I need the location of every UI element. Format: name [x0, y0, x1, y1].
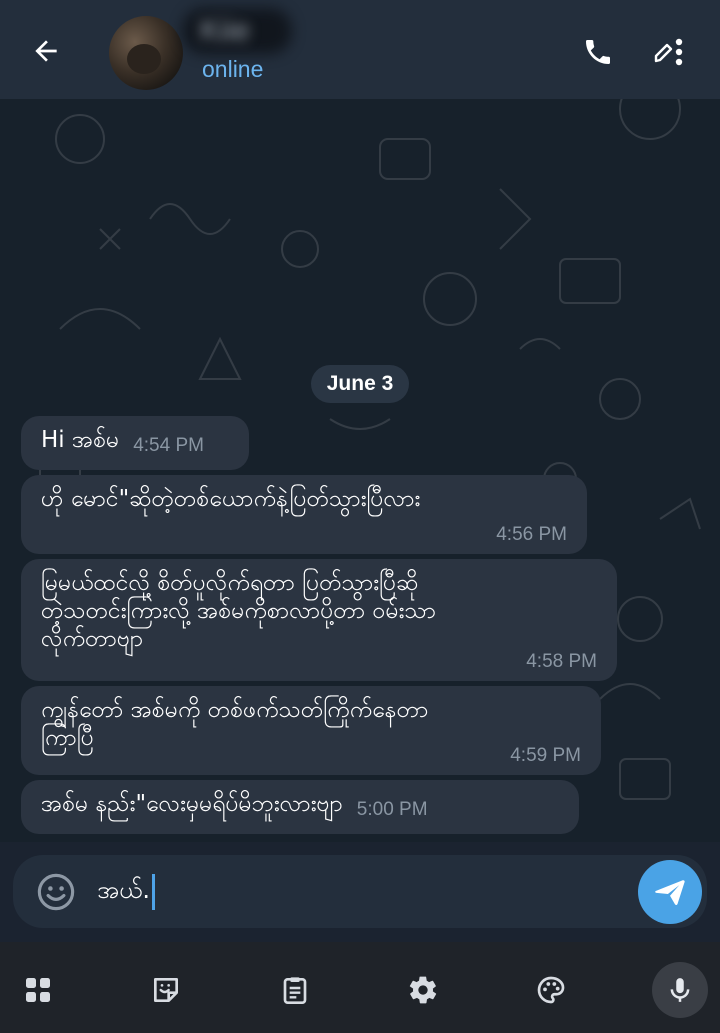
message-text: ကျွန်တော် အစ်မကို တစ်ဖက်သတ်ကြိုက်နေတာ ကြ… — [41, 697, 429, 751]
message-input-value: အယ်. — [97, 876, 150, 904]
message-bubble[interactable]: မြမယ်ထင်လို့ စိတ်ပူလိုက်ရတာ ပြတ်သွားပြီဆ… — [21, 559, 617, 681]
back-button[interactable] — [22, 29, 70, 73]
keyboard-toolbar — [0, 942, 720, 1033]
theme-button[interactable] — [523, 962, 579, 1018]
sticker-icon — [154, 978, 178, 1002]
avatar[interactable] — [109, 16, 183, 90]
message-time: 4:59 PM — [510, 745, 581, 766]
clipboard-button[interactable] — [267, 962, 323, 1018]
arrow-left-icon — [35, 40, 57, 62]
message-text: အစ်မ နည်း"လေးမှမရိပ်မိဘူးလားဗျာ — [41, 791, 343, 817]
sticker-button[interactable] — [138, 962, 194, 1018]
more-menu-button[interactable] — [644, 30, 692, 74]
kebab-menu-icon — [675, 38, 683, 66]
call-button[interactable] — [576, 30, 620, 74]
text-caret — [151, 874, 155, 910]
microphone-icon — [670, 978, 690, 1002]
message-composer: အယ်. — [13, 855, 707, 928]
settings-icon — [409, 976, 437, 1004]
send-button[interactable] — [638, 860, 702, 924]
pencil-icon — [654, 43, 673, 63]
clipboard-icon — [283, 977, 307, 1004]
apps-button[interactable] — [10, 962, 66, 1018]
message-time: 4:54 PM — [133, 435, 204, 456]
voice-input-button[interactable] — [652, 962, 708, 1018]
message-bubble[interactable]: ကျွန်တော် အစ်မကို တစ်ဖက်သတ်ကြိုက်နေတာ ကြ… — [21, 686, 601, 775]
message-input[interactable]: အယ်. — [97, 873, 155, 911]
palette-icon — [537, 976, 565, 1004]
chat-header: Kiie online — [0, 0, 720, 99]
message-time: 5:00 PM — [356, 799, 428, 820]
message-text: ဟို မောင်"ဆိုတဲ့တစ်ယောက်နဲ့ပြတ်သွားပြီလာ… — [41, 486, 421, 512]
emoji-button[interactable] — [35, 871, 77, 913]
message-bubble[interactable]: အစ်မ နည်း"လေးမှမရိပ်မိဘူးလားဗျာ 5:00 PM — [21, 780, 579, 834]
send-icon — [655, 880, 685, 906]
apps-grid-icon — [26, 978, 50, 1002]
chat-area[interactable]: June 3 Hi အစ်မ 4:54 PM ဟို မောင်"ဆိုတဲ့တစ… — [0, 99, 720, 842]
emoji-icon — [37, 873, 75, 911]
message-text: Hi အစ်မ — [41, 427, 120, 453]
online-status: online — [202, 56, 264, 82]
phone-icon — [586, 40, 610, 64]
message-time: 4:56 PM — [496, 524, 567, 545]
message-bubble[interactable]: ဟို မောင်"ဆိုတဲ့တစ်ယောက်နဲ့ပြတ်သွားပြီလာ… — [21, 475, 587, 554]
date-separator: June 3 — [311, 365, 409, 403]
settings-button[interactable] — [395, 962, 451, 1018]
message-time: 4:58 PM — [526, 651, 597, 672]
message-text: မြမယ်ထင်လို့ စိတ်ပူလိုက်ရတာ ပြတ်သွားပြီဆ… — [41, 570, 437, 652]
message-bubble[interactable]: Hi အစ်မ 4:54 PM — [21, 416, 249, 470]
contact-name[interactable]: Kiie — [200, 14, 250, 52]
